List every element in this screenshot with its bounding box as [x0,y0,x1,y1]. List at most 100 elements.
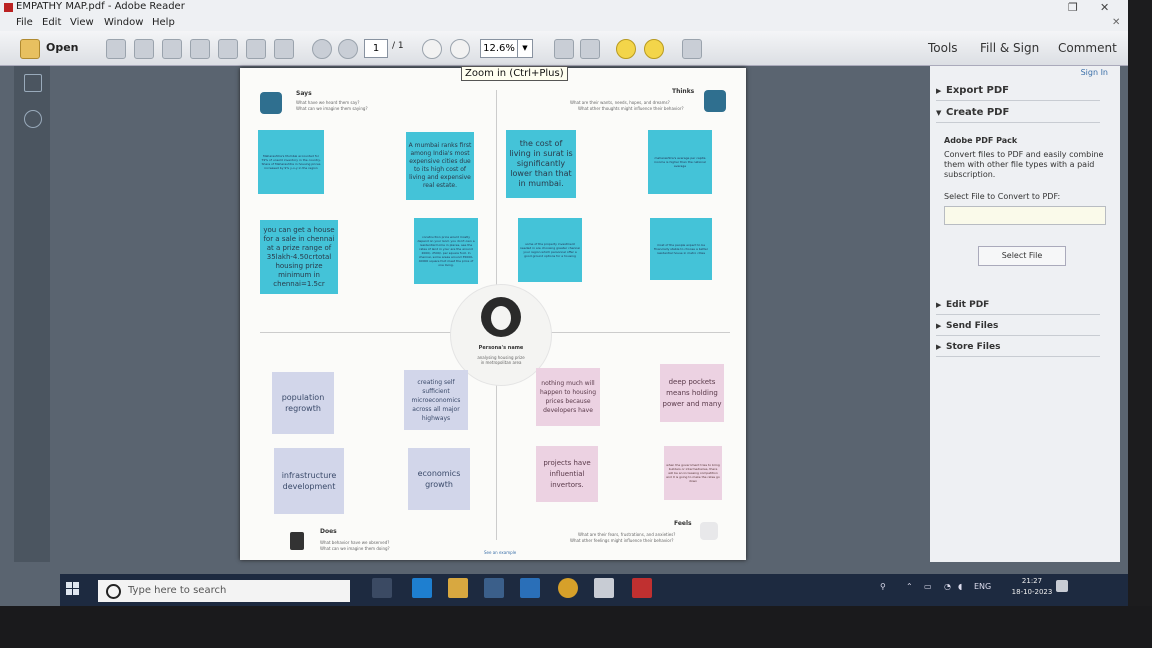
app-icon[interactable] [594,578,614,598]
edit-icon[interactable] [162,39,182,59]
sticky-note: economics growth [408,448,470,510]
date: 18-10-2023 [1011,588,1053,596]
wifi-icon[interactable]: ◔ [944,582,951,591]
email-icon[interactable] [274,39,294,59]
tools-pane: Sign In ▶ Export PDF ▼ Create PDF Adobe PD… [930,66,1120,562]
zoom-in-tooltip: Zoom in (Ctrl+Plus) [461,66,568,81]
highlight-icon[interactable] [644,39,664,59]
acrobat-icon[interactable] [632,578,652,598]
sticky-note: you can get a house for a sale in chenna… [260,220,338,294]
says-title: Says [296,90,312,97]
navigation-pane [14,66,50,562]
network-icon[interactable]: ▭ [924,582,932,591]
says-icon [260,92,282,114]
sticky-note: creating self sufficient microeconomics … [404,370,468,430]
see-example-link[interactable]: See an example [484,550,516,556]
fit-width-icon[interactable] [554,39,574,59]
sticky-note: most of the people expect to be financia… [650,218,712,280]
sticky-note: projects have influential invertors. [536,446,598,502]
menu-help[interactable]: Help [152,17,175,28]
task-view-icon[interactable] [372,578,392,598]
combine-icon[interactable] [134,39,154,59]
send-files-section[interactable]: ▶ Send Files [936,317,1100,336]
persona-description: analysing housing prize in metropolitan … [477,355,525,365]
notification-icon[interactable] [1056,580,1068,592]
sticky-note: deep pockets means holding power and man… [660,364,724,422]
open-button[interactable]: Open [46,41,79,54]
windows-start-icon[interactable] [66,582,80,596]
tab-tools[interactable]: Tools [928,41,958,55]
zoom-dropdown-icon[interactable]: ▼ [517,39,533,58]
print-icon[interactable] [246,39,266,59]
time: 21:27 [1021,577,1043,585]
thinks-title: Thinks [672,88,695,95]
feels-title: Feels [674,520,692,527]
menu-file[interactable]: File [16,17,33,28]
next-page-icon[interactable] [338,39,358,59]
file-input[interactable] [944,206,1106,225]
does-title: Does [320,528,337,535]
adobe-reader-icon [4,3,13,12]
close-doc-icon[interactable]: ✕ [1112,17,1120,28]
mail-icon[interactable] [520,578,540,598]
attachment-icon[interactable] [24,110,42,128]
does-sub2: What can we imagine them doing? [320,546,390,551]
sticky-note: infrastructure development [274,448,344,514]
heart-icon [700,522,718,540]
zoom-in-icon[interactable] [450,39,470,59]
edge-icon[interactable] [412,578,432,598]
chrome-icon[interactable] [558,578,578,598]
thinks-icon [704,90,726,112]
sticky-note: A mumbai ranks first among India's most … [406,132,474,200]
comment-icon[interactable] [616,39,636,59]
clock[interactable]: 21:27 18-10-2023 [1010,576,1054,598]
full-screen-icon[interactable] [682,39,702,59]
does-icon [290,532,304,550]
title-bar: EMPATHY MAP.pdf - Adobe Reader ❐ ✕ [0,0,1130,16]
file-explorer-icon[interactable] [448,578,468,598]
zoom-input[interactable]: 12.6% [480,39,518,58]
fit-page-icon[interactable] [580,39,600,59]
menu-view[interactable]: View [70,17,94,28]
taskbar-search[interactable]: Type here to search [98,580,350,602]
persona-avatar-icon [481,297,521,337]
monitor-bezel-bottom [0,606,1152,648]
folder-icon[interactable] [20,39,40,59]
pack-title: Adobe PDF Pack [944,136,1018,145]
sign-in-link[interactable]: Sign In [1081,68,1108,77]
toolbar: Open 1 / 1 12.6% ▼ Tools Fill & Sign Com… [0,31,1130,66]
menu-edit[interactable]: Edit [42,17,61,28]
select-file-label: Select File to Convert to PDF: [944,192,1061,201]
edit-pdf-section[interactable]: ▶ Edit PDF [936,296,1100,315]
sticky-note: the cost of living in surat is significa… [506,130,576,198]
select-file-button[interactable]: Select File [978,246,1066,266]
page-number-input[interactable]: 1 [364,39,388,58]
prev-page-icon[interactable] [312,39,332,59]
create-pdf-label: Create PDF [946,107,1010,118]
sticky-note: Maharashtra's Mumbai accounted for 79% o… [258,130,324,194]
chevron-up-icon[interactable]: ⌃ [906,582,913,591]
cloud-upload-icon[interactable] [190,39,210,59]
save-icon[interactable] [218,39,238,59]
create-pdf-icon[interactable] [106,39,126,59]
page-total: / 1 [392,41,404,51]
store-icon[interactable] [484,578,504,598]
menu-window[interactable]: Window [104,17,143,28]
create-pdf-section[interactable]: ▼ Create PDF [936,104,1100,123]
language-indicator[interactable]: ENG [974,582,991,591]
pages-icon[interactable] [24,74,42,92]
tab-comment[interactable]: Comment [1058,41,1117,55]
restore-icon[interactable]: ❐ [1068,1,1078,14]
sticky-note: maharashtra's average per capita income … [648,130,712,194]
tab-fill-sign[interactable]: Fill & Sign [980,41,1039,55]
zoom-out-icon[interactable] [422,39,442,59]
thinks-sub2: What other thoughts might influence thei… [578,106,684,111]
people-icon[interactable]: ⚲ [880,582,886,591]
close-icon[interactable]: ✕ [1100,1,1109,14]
says-sub2: What can we imagine them saying? [296,106,368,111]
export-pdf-section[interactable]: ▶ Export PDF [936,82,1100,101]
volume-icon[interactable]: ◖ [958,582,962,591]
store-files-label: Store Files [946,342,1001,352]
store-files-section[interactable]: ▶ Store Files [936,338,1100,357]
sticky-note: construction price would mostly depend o… [414,218,478,284]
